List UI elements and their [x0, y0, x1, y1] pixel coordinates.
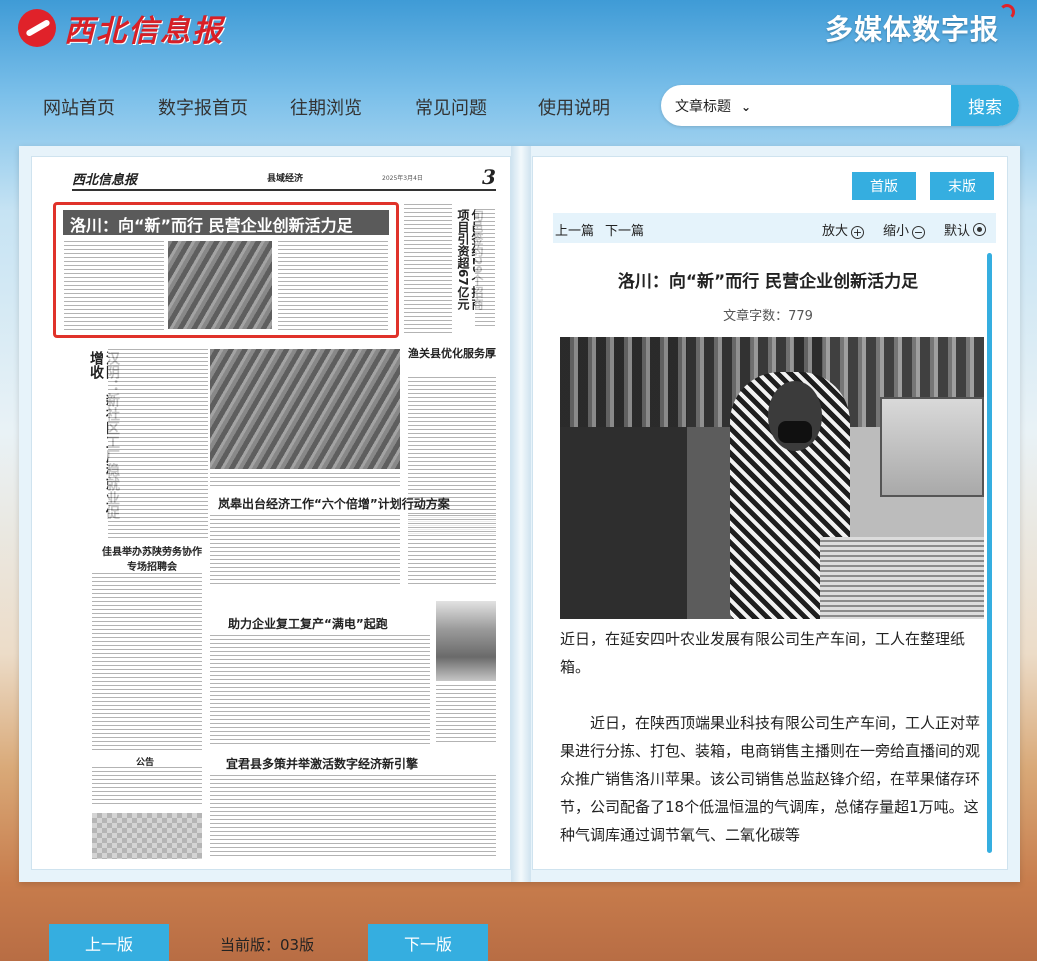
- nav-item-digital-home[interactable]: 数字报首页: [158, 94, 248, 120]
- article-text-block: [408, 515, 496, 585]
- zoom-out-label: 缩小: [883, 224, 910, 239]
- article-scrollbar[interactable]: [987, 253, 992, 853]
- article-text-block: [210, 635, 430, 745]
- factory-photo: [210, 349, 400, 469]
- nav-item-archive[interactable]: 往期浏览: [290, 94, 362, 120]
- search-type-value: 文章标题: [675, 99, 731, 115]
- book-spine: [511, 146, 531, 882]
- article-reader-panel: 首版 末版 上一篇 下一篇 放大 + 缩小 − 默认 洛川：向“新”而行 民营企业创…: [532, 156, 1008, 870]
- photo-machine: [880, 397, 984, 497]
- zoom-default-control[interactable]: 默认: [944, 220, 987, 239]
- masthead-rule: [72, 189, 496, 191]
- article-paragraph: 近日，在陕西顶端果业科技有限公司生产车间，工人正对苹果进行分拣、打包、装箱，电商…: [560, 714, 981, 844]
- headline-yijun[interactable]: 宜君县多策并举激活数字经济新引擎: [226, 755, 418, 772]
- search-bar: 文章标题 ⌄ 搜索: [661, 85, 1019, 126]
- headline-jiaxian[interactable]: 佳县举办苏陕劳务协作专场招聘会: [102, 543, 202, 573]
- brand-title: 多媒体数字报: [824, 13, 999, 46]
- article-text-block: [278, 241, 388, 331]
- photo-paper-stack: [820, 537, 984, 619]
- radio-dot-icon: [973, 223, 987, 236]
- photo-worker-mask: [778, 421, 812, 443]
- next-article-link[interactable]: 下一篇: [605, 220, 644, 239]
- qr-ad-image: [92, 813, 202, 859]
- article-body: 近日，在延安四叶农业发展有限公司生产车间，工人在整理纸箱。 近日，在陕西顶端果业…: [560, 625, 984, 877]
- article-text-block: [92, 573, 202, 753]
- zoom-in-control[interactable]: 放大 +: [822, 220, 865, 239]
- search-button[interactable]: 搜索: [951, 85, 1019, 126]
- prev-article-link[interactable]: 上一篇: [555, 220, 594, 239]
- logo-text: 西北信息报: [64, 14, 224, 49]
- article-text-block: [108, 349, 208, 539]
- newspaper-layout: 西北信息报 县域经济 2025年3月4日 3 洛川：向“新”而行 民营企业创新活…: [52, 169, 496, 859]
- article-text-block: [475, 209, 495, 329]
- article-text-block: [436, 685, 496, 745]
- site-logo[interactable]: 西北信息报: [18, 6, 224, 50]
- selected-article-highlight[interactable]: 洛川：向“新”而行 民营企业创新活力足: [53, 202, 399, 338]
- nav-item-home[interactable]: 网站首页: [43, 94, 115, 120]
- nav-item-faq[interactable]: 常见问题: [415, 94, 487, 120]
- prev-edition-button[interactable]: 上一版: [49, 924, 169, 961]
- headline-power[interactable]: 助力企业复工复产“满电”起跑: [228, 615, 388, 632]
- headline-zhenba[interactable]: 渔关县优化服务厚植投资沃土: [408, 345, 496, 361]
- zoom-in-label: 放大: [822, 224, 849, 239]
- article-photo: [168, 241, 272, 329]
- signal-icon: [999, 4, 1015, 20]
- newspaper-date: 2025年3月4日: [382, 175, 423, 182]
- last-edition-button[interactable]: 末版: [930, 172, 994, 200]
- reader-book: 西北信息报 县域经济 2025年3月4日 3 洛川：向“新”而行 民营企业创新活…: [19, 146, 1020, 882]
- current-edition-label: 当前版：03版: [220, 936, 315, 954]
- newspaper-section: 县域经济: [267, 174, 304, 184]
- zoom-default-label: 默认: [944, 224, 971, 239]
- article-title: 洛川：向“新”而行 民营企业创新活力足: [617, 272, 919, 292]
- newspaper-page-number: 3: [482, 169, 496, 189]
- notice-text: [92, 767, 202, 807]
- search-type-select[interactable]: 文章标题 ⌄: [675, 96, 751, 116]
- newspaper-masthead: 西北信息报: [72, 173, 138, 188]
- nav-item-help[interactable]: 使用说明: [538, 94, 610, 120]
- article-text-block: [408, 377, 496, 537]
- article-text-block: [64, 241, 164, 331]
- chevron-down-icon: ⌄: [741, 100, 752, 114]
- newspaper-page: 西北信息报 县域经济 2025年3月4日 3 洛川：向“新”而行 民营企业创新活…: [31, 156, 511, 870]
- article-text-block: [210, 515, 400, 585]
- first-edition-button[interactable]: 首版: [852, 172, 916, 200]
- plus-circle-icon: +: [851, 226, 865, 239]
- next-edition-button[interactable]: 下一版: [368, 924, 488, 961]
- photo-caption: 近日，在延安四叶农业发展有限公司生产车间，工人在整理纸箱。: [560, 630, 966, 676]
- minus-circle-icon: −: [912, 226, 926, 239]
- article-photo: [560, 337, 984, 619]
- logo-emblem-icon: [18, 9, 56, 47]
- power-photo: [436, 601, 496, 681]
- article-text-block: [210, 775, 496, 859]
- article-text-block: [404, 204, 452, 334]
- article-toolbar: 上一篇 下一篇 放大 + 缩小 − 默认: [553, 213, 996, 243]
- photo-caption-text: [210, 473, 400, 489]
- main-headline: 洛川：向“新”而行 民营企业创新活力足: [70, 216, 353, 235]
- zoom-out-control[interactable]: 缩小 −: [883, 220, 926, 239]
- top-banner: 西北信息报 多媒体数字报: [0, 0, 1037, 60]
- headline-langao[interactable]: 岚皋出台经济工作“六个倍增”计划行动方案: [218, 495, 450, 512]
- article-word-count: 文章字数：779: [723, 309, 813, 324]
